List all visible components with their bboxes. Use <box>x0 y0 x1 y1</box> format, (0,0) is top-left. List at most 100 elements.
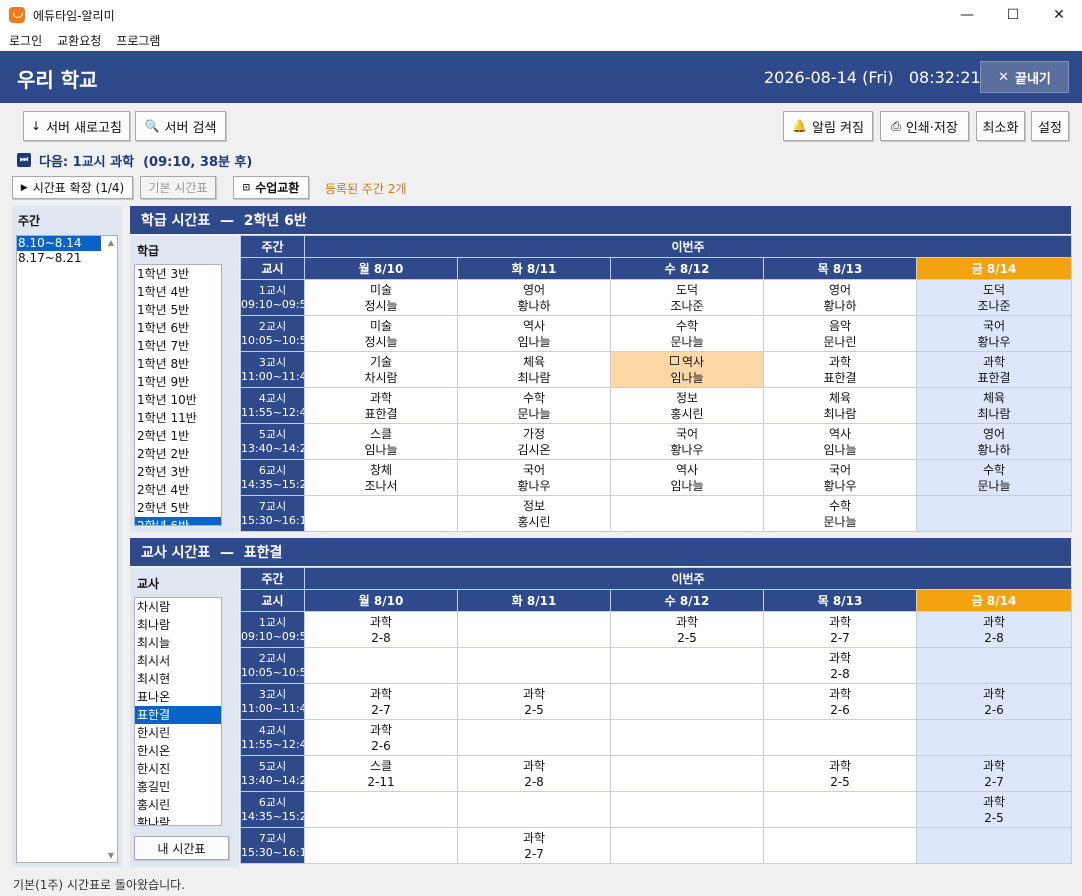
alarm-toggle-button[interactable]: 🔔 알림 켜짐 <box>783 111 873 141</box>
timetable-cell[interactable]: 과학 2-5 <box>763 755 917 792</box>
timetable-cell[interactable]: 미술 정시늘 <box>304 315 458 352</box>
timetable-cell[interactable] <box>457 647 611 684</box>
list-item[interactable]: 한시린 <box>135 724 221 742</box>
timetable-cell[interactable]: 도덕 조나준 <box>915 279 1073 316</box>
timetable-cell[interactable]: 국어 황나우 <box>763 459 917 496</box>
timetable-cell[interactable]: 과학 2-7 <box>457 827 611 864</box>
timetable-cell[interactable]: 과학 2-7 <box>304 683 458 720</box>
list-item[interactable]: 2학년 4반 <box>135 481 221 499</box>
list-item[interactable]: 1학년 11반 <box>135 409 221 427</box>
list-item[interactable]: 1학년 7반 <box>135 337 221 355</box>
timetable-cell[interactable]: 창체 조나서 <box>304 459 458 496</box>
week-item[interactable]: 8.10~8.14 <box>17 236 101 251</box>
timetable-cell[interactable] <box>763 719 917 756</box>
timetable-cell[interactable]: 체육 최나람 <box>915 387 1073 424</box>
list-item[interactable]: 한시진 <box>135 760 221 778</box>
list-item[interactable]: 2학년 6반 <box>135 517 221 525</box>
timetable-cell[interactable]: 과학 2-7 <box>915 755 1073 792</box>
timetable-cell[interactable] <box>610 683 764 720</box>
timetable-cell[interactable]: 스클 2-11 <box>304 755 458 792</box>
timetable-cell[interactable]: 수학 문나늘 <box>610 315 764 352</box>
list-item[interactable]: 차시람 <box>135 598 221 616</box>
timetable-cell[interactable]: 역사 임나늘 <box>610 459 764 496</box>
timetable-cell[interactable]: 역사 임나늘 <box>457 315 611 352</box>
timetable-cell[interactable]: 과학 2-6 <box>915 683 1073 720</box>
timetable-cell[interactable]: 수학 문나늘 <box>457 387 611 424</box>
timetable-cell[interactable]: 영어 황나하 <box>457 279 611 316</box>
timetable-cell[interactable]: 도덕 조나준 <box>610 279 764 316</box>
timetable-cell[interactable] <box>610 827 764 864</box>
list-item[interactable]: 1학년 10반 <box>135 391 221 409</box>
list-item[interactable]: 홍시린 <box>135 796 221 814</box>
timetable-cell[interactable] <box>457 791 611 828</box>
timetable-cell[interactable]: 가정 김시온 <box>457 423 611 460</box>
timetable-cell[interactable]: 과학 2-7 <box>763 611 917 648</box>
timetable-cell[interactable] <box>610 791 764 828</box>
list-item[interactable]: 표나온 <box>135 688 221 706</box>
timetable-cell[interactable]: 정보 홍시린 <box>610 387 764 424</box>
timetable-cell[interactable]: 과학 2-8 <box>763 647 917 684</box>
list-item[interactable]: 2학년 1반 <box>135 427 221 445</box>
print-save-button[interactable]: ⎙ 인쇄·저장 <box>880 111 969 141</box>
list-item[interactable]: 최나람 <box>135 616 221 634</box>
scroll-down-icon[interactable]: ▼ <box>108 851 114 860</box>
list-item[interactable]: 한시온 <box>135 742 221 760</box>
timetable-cell[interactable]: 국어 황나우 <box>610 423 764 460</box>
timetable-cell[interactable] <box>915 719 1073 756</box>
timetable-cell[interactable] <box>304 791 458 828</box>
timetable-cell[interactable]: 과학 2-8 <box>304 611 458 648</box>
basic-timetable-button[interactable]: 기본 시간표 <box>140 176 216 199</box>
list-item[interactable]: 홍길민 <box>135 778 221 796</box>
timetable-cell[interactable]: 정보 홍시린 <box>457 495 611 532</box>
list-item[interactable]: 최시서 <box>135 652 221 670</box>
maximize-window-button[interactable]: ☐ <box>990 0 1036 30</box>
timetable-cell[interactable]: 과학 표한결 <box>763 351 917 388</box>
timetable-cell[interactable]: 과학 표한결 <box>915 351 1073 388</box>
class-swap-button[interactable]: ⊡ 수업교환 <box>233 176 309 199</box>
timetable-cell[interactable]: 국어 황나우 <box>457 459 611 496</box>
timetable-cell[interactable]: 음악 문나린 <box>763 315 917 352</box>
menu-swap-request[interactable]: 교환요청 <box>57 32 101 49</box>
timetable-cell[interactable]: 과학 2-6 <box>304 719 458 756</box>
timetable-cell[interactable] <box>304 827 458 864</box>
week-item[interactable]: 8.17~8.21 <box>17 251 117 266</box>
timetable-cell[interactable] <box>763 827 917 864</box>
timetable-cell[interactable] <box>457 611 611 648</box>
list-item[interactable]: 2학년 2반 <box>135 445 221 463</box>
timetable-cell[interactable]: 역사 임나늘 <box>763 423 917 460</box>
close-window-button[interactable]: ✕ <box>1036 0 1082 30</box>
timetable-cell[interactable] <box>304 495 458 532</box>
scroll-up-icon[interactable]: ▲ <box>108 238 114 247</box>
timetable-cell[interactable] <box>610 647 764 684</box>
menu-program[interactable]: 프로그램 <box>116 32 160 49</box>
timetable-cell[interactable]: 과학 2-8 <box>457 755 611 792</box>
timetable-cell[interactable]: 과학 표한결 <box>304 387 458 424</box>
exit-button[interactable]: ✕ 끝내기 <box>980 61 1069 93</box>
list-item[interactable]: 1학년 4반 <box>135 283 221 301</box>
list-item[interactable]: 1학년 3반 <box>135 265 221 283</box>
server-refresh-button[interactable]: ↓ 서버 새로고침 <box>23 111 130 141</box>
list-item[interactable]: 황나람 <box>135 814 221 825</box>
list-item[interactable]: 2학년 5반 <box>135 499 221 517</box>
timetable-cell[interactable] <box>610 719 764 756</box>
list-item[interactable]: 1학년 5반 <box>135 301 221 319</box>
timetable-cell[interactable]: 영어 황나하 <box>915 423 1073 460</box>
timetable-cell[interactable]: 과학 2-5 <box>915 791 1073 828</box>
timetable-cell[interactable]: 체육 최나람 <box>457 351 611 388</box>
timetable-cell[interactable] <box>610 495 764 532</box>
class-list[interactable]: 1학년 3반 1학년 4반 1학년 5반 1학년 6반 1학년 7반 1학년 8반 1학년 … <box>134 264 222 526</box>
list-item[interactable]: 최시늘 <box>135 634 221 652</box>
timetable-cell[interactable]: 역사 임나늘 <box>610 351 764 388</box>
timetable-cell[interactable] <box>304 647 458 684</box>
server-search-button[interactable]: 🔍 서버 검색 <box>135 111 226 141</box>
timetable-cell[interactable]: 미술 정시늘 <box>304 279 458 316</box>
timetable-cell[interactable]: 과학 2-5 <box>610 611 764 648</box>
expand-timetable-button[interactable]: ▶ 시간표 확장 (1/4) <box>12 176 133 199</box>
timetable-cell[interactable] <box>915 827 1073 864</box>
timetable-cell[interactable]: 과학 2-8 <box>915 611 1073 648</box>
my-timetable-button[interactable]: 내 시간표 <box>134 836 229 860</box>
timetable-cell[interactable]: 수학 문나늘 <box>915 459 1073 496</box>
timetable-cell[interactable] <box>915 647 1073 684</box>
list-item[interactable]: 2학년 3반 <box>135 463 221 481</box>
timetable-cell[interactable] <box>763 791 917 828</box>
